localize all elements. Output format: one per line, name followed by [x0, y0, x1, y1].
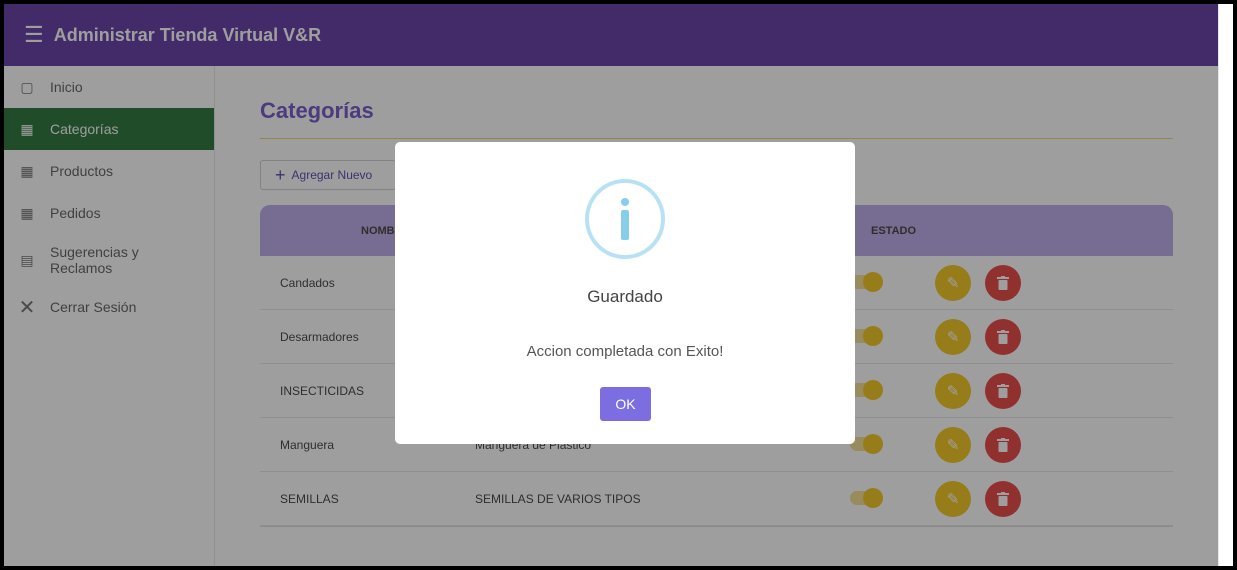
- app-window: ☰ Administrar Tienda Virtual V&R ▢ Inici…: [0, 0, 1237, 570]
- info-icon: [585, 179, 665, 259]
- alert-dialog: Guardado Accion completada con Exito! OK: [395, 142, 855, 444]
- ok-button[interactable]: OK: [600, 387, 651, 421]
- dialog-message: Accion completada con Exito!: [526, 343, 724, 360]
- dialog-title: Guardado: [587, 287, 663, 306]
- scrollbar-track[interactable]: [1218, 4, 1233, 566]
